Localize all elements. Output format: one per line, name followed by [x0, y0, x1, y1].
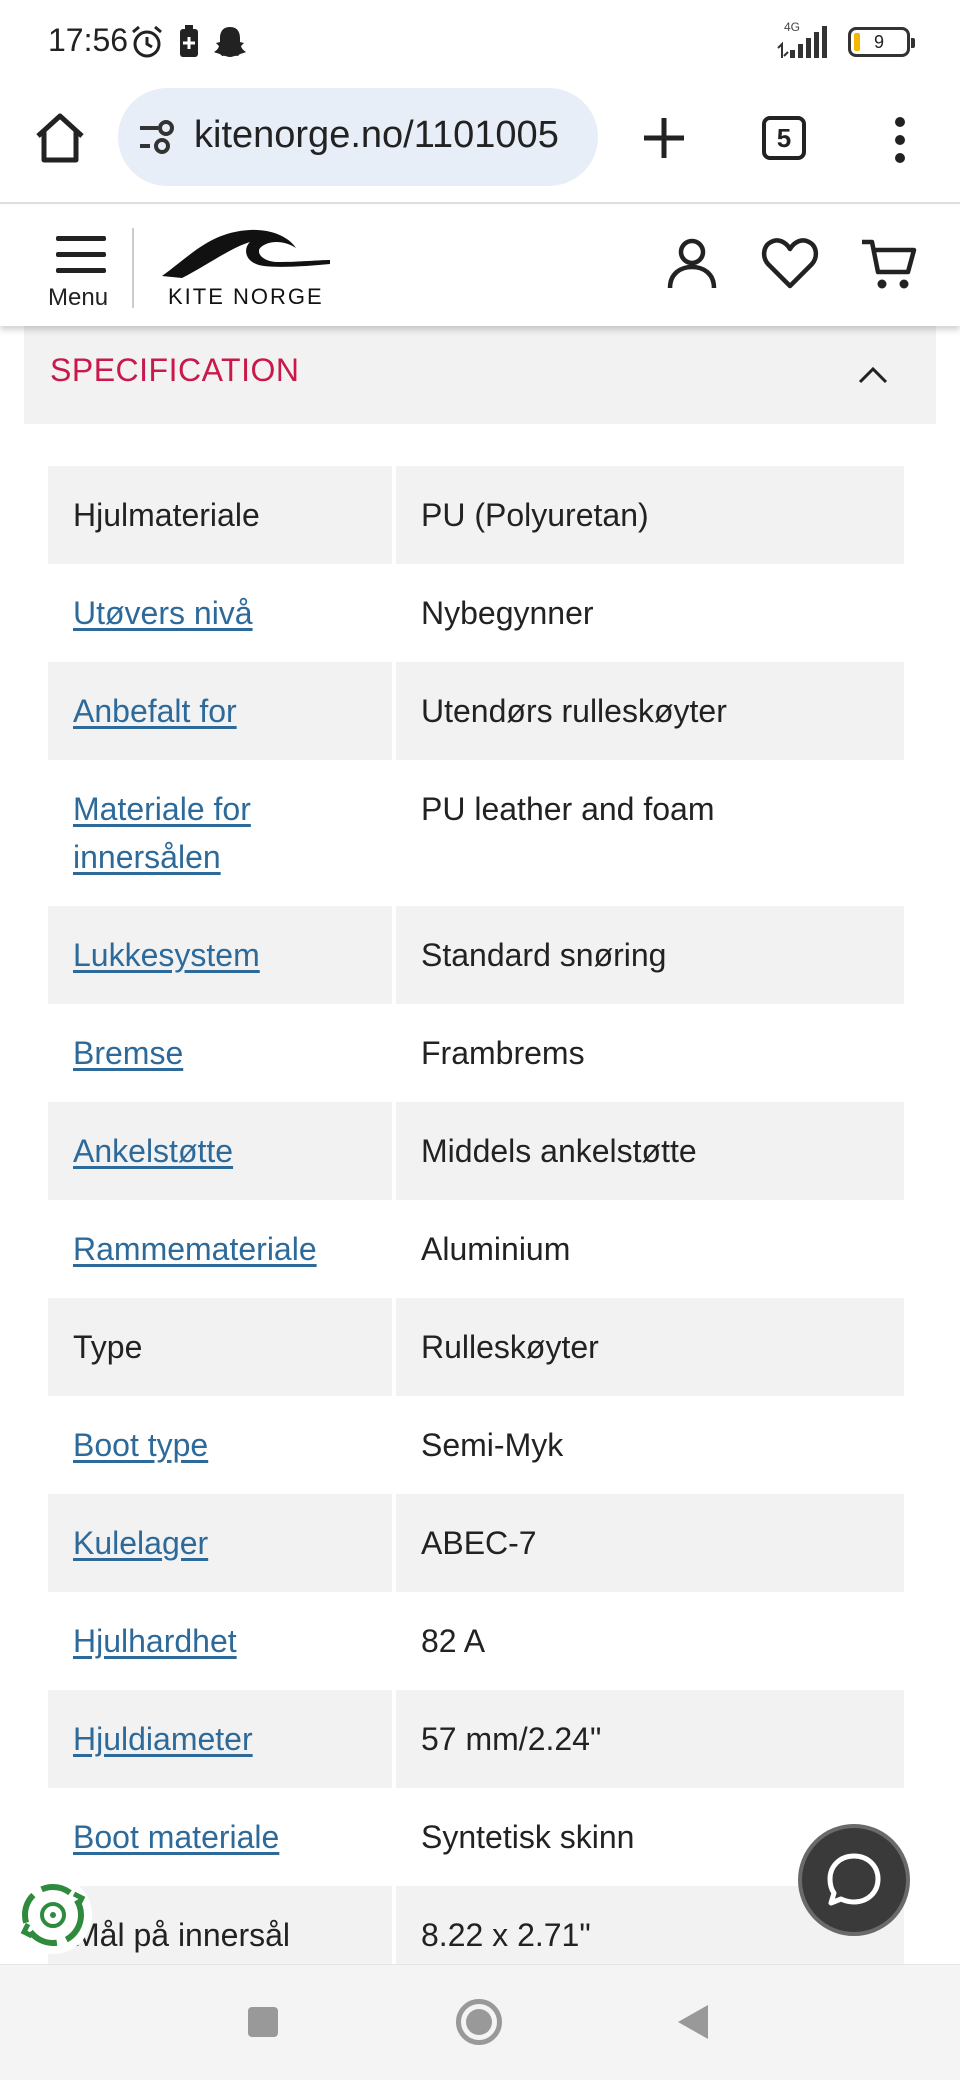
- site-logo[interactable]: KITE NORGE: [160, 226, 332, 312]
- spec-value: ABEC-7: [396, 1494, 904, 1592]
- spec-key-cell: Hjulhardhet: [48, 1592, 392, 1690]
- browser-toolbar: kitenorge.no/1101005 5: [0, 82, 960, 204]
- chat-button[interactable]: [798, 1824, 910, 1936]
- spec-key-link[interactable]: Boot materiale: [73, 1819, 279, 1855]
- spec-key-cell: Anbefalt for: [48, 662, 392, 760]
- spec-value: Rulleskøyter: [396, 1298, 904, 1396]
- url-text[interactable]: kitenorge.no/1101005: [194, 114, 559, 157]
- spec-key-link[interactable]: Materiale for innersålen: [73, 791, 251, 875]
- spec-row: Rammemateriale Aluminium: [48, 1200, 904, 1298]
- chevron-up-icon[interactable]: [856, 358, 890, 392]
- spec-row: Hjulhardhet 82 A: [48, 1592, 904, 1690]
- spec-key-link[interactable]: Lukkesystem: [73, 937, 260, 973]
- signal-icon: 4G: [774, 20, 834, 60]
- spec-key-link[interactable]: Kulelager: [73, 1525, 208, 1561]
- spec-value: Standard snøring: [396, 906, 904, 1004]
- spec-key-cell: Boot type: [48, 1396, 392, 1494]
- battery-icon: 9: [848, 27, 915, 57]
- status-bar: 17:56 4G 9: [0, 0, 960, 82]
- menu-label: Menu: [48, 284, 109, 311]
- spec-value: PU (Polyuretan): [396, 466, 904, 564]
- specification-accordion[interactable]: SPECIFICATION: [24, 326, 936, 424]
- specification-table: Hjulmateriale PU (Polyuretan) Utøvers nivå…: [44, 466, 908, 1984]
- wishlist-heart-icon[interactable]: [760, 234, 820, 294]
- spec-row: Hjulmateriale PU (Polyuretan): [48, 466, 904, 564]
- spec-value: PU leather and foam: [421, 791, 715, 827]
- spec-row: Utøvers nivå Nybegynner: [48, 564, 904, 662]
- more-menu-icon[interactable]: [880, 112, 920, 168]
- battery-level: 9: [873, 31, 884, 52]
- tab-count: 5: [776, 122, 792, 153]
- nav-home-icon[interactable]: [456, 1999, 502, 2045]
- wave-logo-icon: [162, 229, 330, 278]
- logo-text: KITE NORGE: [168, 284, 324, 309]
- new-tab-icon[interactable]: [636, 110, 692, 166]
- spec-key-link[interactable]: Anbefalt for: [73, 693, 237, 729]
- system-nav-bar: [0, 1964, 960, 2080]
- spec-row: Lukkesystem Standard snøring: [48, 906, 904, 1004]
- spec-key-cell: Boot materiale: [48, 1788, 392, 1886]
- spec-row: Kulelager ABEC-7: [48, 1494, 904, 1592]
- alarm-icon: [132, 25, 162, 58]
- spec-key-cell: Rammemateriale: [48, 1200, 392, 1298]
- spec-row: Boot materiale Syntetisk skinn: [48, 1788, 904, 1886]
- spec-key-cell: Hjuldiameter: [48, 1690, 392, 1788]
- spec-key-cell: Lukkesystem: [48, 906, 392, 1004]
- spec-key-link[interactable]: Boot type: [73, 1427, 208, 1463]
- spec-key: Mål på innersål: [73, 1917, 290, 1953]
- spec-value: Utendørs rulleskøyter: [396, 662, 904, 760]
- spec-key-cell: Ankelstøtte: [48, 1102, 392, 1200]
- recent-apps-icon[interactable]: [248, 2007, 278, 2037]
- chat-bubble-icon: [827, 1853, 881, 1906]
- spec-key-link[interactable]: Utøvers nivå: [73, 595, 253, 631]
- spec-key-link[interactable]: Bremse: [73, 1035, 183, 1071]
- spec-value: Aluminium: [421, 1231, 571, 1267]
- spec-row: Type Rulleskøyter: [48, 1298, 904, 1396]
- snapchat-icon: [214, 27, 246, 57]
- spec-key-cell: Kulelager: [48, 1494, 392, 1592]
- cart-icon[interactable]: [858, 234, 918, 294]
- spec-value: Nybegynner: [421, 595, 594, 631]
- home-icon[interactable]: [30, 108, 90, 168]
- spec-key-link[interactable]: Hjuldiameter: [73, 1721, 253, 1757]
- spec-value: Frambrems: [421, 1035, 585, 1071]
- spec-value: 82 A: [421, 1623, 486, 1659]
- specification-title: SPECIFICATION: [50, 352, 300, 388]
- spec-key-link[interactable]: Ankelstøtte: [73, 1133, 233, 1169]
- spec-row: Hjuldiameter 57 mm/2.24": [48, 1690, 904, 1788]
- battery-saver-icon: [180, 25, 198, 57]
- spec-key: Hjulmateriale: [73, 497, 260, 533]
- status-right: 4G 9: [774, 20, 915, 62]
- spec-key-link[interactable]: Rammemateriale: [73, 1231, 317, 1267]
- address-bar[interactable]: kitenorge.no/1101005: [118, 88, 598, 186]
- recycle-wheel-icon: [20, 1884, 86, 1946]
- spec-key-cell: Materiale for innersålen: [48, 760, 392, 906]
- menu-button[interactable]: Menu: [46, 226, 114, 312]
- spec-key-cell: Type: [48, 1298, 392, 1396]
- header-divider: [132, 228, 134, 308]
- site-header: Menu KITE NORGE: [0, 206, 960, 326]
- spec-key-link[interactable]: Hjulhardhet: [73, 1623, 237, 1659]
- status-time: 17:56: [48, 22, 129, 58]
- spec-key-cell: Bremse: [48, 1004, 392, 1102]
- spec-value: Semi-Myk: [421, 1427, 564, 1463]
- status-icons: [128, 22, 248, 62]
- back-icon[interactable]: [678, 2005, 708, 2039]
- tab-switcher-button[interactable]: 5: [762, 116, 806, 160]
- spec-row: Boot type Semi-Myk: [48, 1396, 904, 1494]
- spec-key-cell: Hjulmateriale: [48, 466, 392, 564]
- spec-row: Anbefalt for Utendørs rulleskøyter: [48, 662, 904, 760]
- eco-badge[interactable]: [14, 1876, 92, 1954]
- hamburger-icon: [56, 236, 106, 284]
- spec-row: Ankelstøtte Middels ankelstøtte: [48, 1102, 904, 1200]
- spec-value: 57 mm/2.24": [396, 1690, 904, 1788]
- spec-row: Bremse Frambrems: [48, 1004, 904, 1102]
- spec-key: Type: [73, 1329, 143, 1365]
- spec-value: Middels ankelstøtte: [396, 1102, 904, 1200]
- spec-key-cell: Utøvers nivå: [48, 564, 392, 662]
- spec-row: Materiale for innersålen PU leather and f…: [48, 760, 904, 906]
- account-icon[interactable]: [662, 234, 722, 294]
- site-settings-icon[interactable]: [138, 118, 178, 158]
